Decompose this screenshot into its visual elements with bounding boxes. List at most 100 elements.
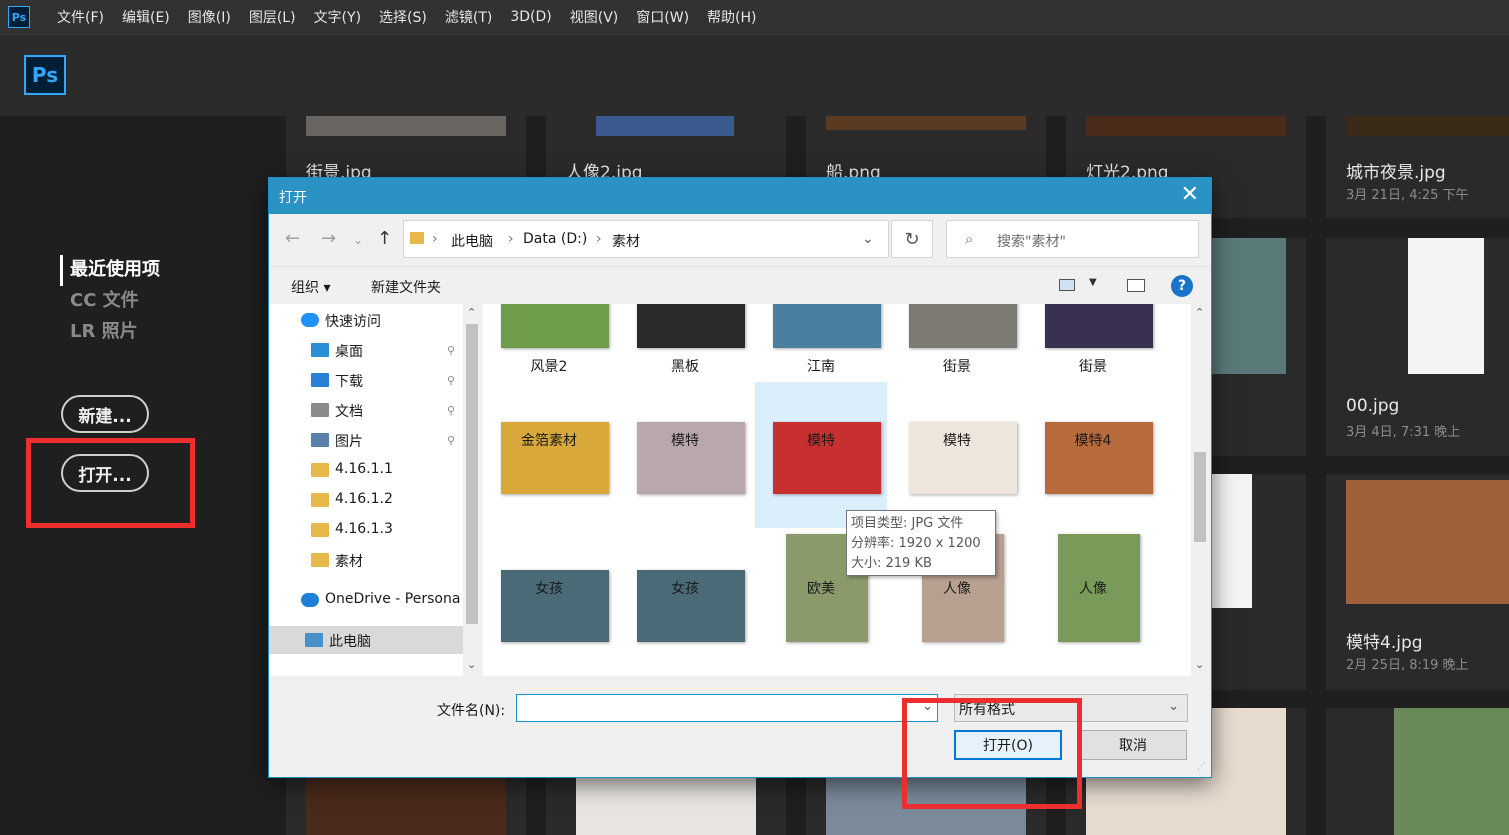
menu-select[interactable]: 选择(S)	[370, 7, 436, 27]
file-label: 人像	[1079, 581, 1107, 597]
resize-grip-icon[interactable]: ⋰	[1197, 762, 1206, 772]
file-item[interactable]: 模特	[755, 382, 887, 528]
file-item[interactable]: 黑板	[619, 304, 751, 380]
close-icon[interactable]: ✕	[1181, 182, 1199, 207]
breadcrumb-separator-icon: ›	[596, 231, 602, 247]
new-file-button[interactable]: 新建...	[61, 395, 149, 433]
menu-filter[interactable]: 滤镜(T)	[436, 7, 501, 27]
recent-locations-chevron-icon[interactable]: ⌄	[353, 233, 363, 247]
home-header: Ps	[0, 34, 1509, 116]
view-mode-icon[interactable]	[1059, 279, 1075, 291]
up-arrow-icon[interactable]: ↑	[377, 228, 392, 249]
download-icon	[311, 373, 329, 387]
photoshop-icon: Ps	[8, 6, 30, 28]
breadcrumb-material[interactable]: 素材	[612, 231, 640, 251]
menu-layer[interactable]: 图层(L)	[240, 7, 305, 27]
menu-edit[interactable]: 编辑(E)	[113, 7, 179, 27]
grid-scrollbar[interactable]: ⌃ ⌄	[1191, 304, 1209, 676]
menu-view[interactable]: 视图(V)	[561, 7, 628, 27]
recent-file-tile[interactable]	[546, 778, 786, 835]
breadcrumb-separator-icon: ›	[432, 231, 438, 247]
menu-3d[interactable]: 3D(D)	[501, 9, 560, 25]
file-info-tooltip: 项目类型: JPG 文件 分辨率: 1920 x 1200 大小: 219 KB	[846, 510, 996, 576]
file-item[interactable]: 模特4	[1027, 382, 1159, 528]
file-item[interactable]: 模特	[891, 382, 1023, 528]
address-row: ← → ⌄ ↑ › 此电脑 › Data (D:) › 素材 ⌄ ↻ ⌕ 搜索"…	[269, 220, 1211, 258]
forward-arrow-icon[interactable]: →	[321, 228, 336, 249]
refresh-icon[interactable]: ↻	[891, 220, 933, 258]
recent-file-tile[interactable]	[1196, 238, 1306, 456]
nav-lr-photos[interactable]: LR 照片	[60, 317, 160, 348]
nav-item[interactable]: 桌面 ⚲	[269, 336, 463, 364]
recent-file-tile[interactable]	[1196, 474, 1306, 690]
scroll-up-icon[interactable]: ⌃	[1195, 306, 1204, 319]
scrollbar-thumb[interactable]	[1194, 452, 1206, 542]
new-folder-button[interactable]: 新建文件夹	[371, 277, 441, 297]
address-dropdown-chevron-icon[interactable]: ⌄	[862, 231, 874, 247]
view-dropdown-chevron-icon[interactable]: ▼	[1089, 277, 1097, 288]
file-item[interactable]: 金箔素材	[483, 382, 615, 528]
nav-item[interactable]: 下载 ⚲	[269, 366, 463, 394]
scroll-up-icon[interactable]: ⌃	[467, 306, 476, 319]
nav-recent[interactable]: 最近使用项	[60, 255, 160, 286]
recent-file-date: 2月 25日, 8:19 晚上	[1346, 658, 1469, 673]
search-placeholder: 搜索"素材"	[997, 234, 1066, 250]
preview-pane-icon[interactable]	[1127, 279, 1145, 292]
nav-item-label: 此电脑	[329, 634, 371, 650]
search-input[interactable]: ⌕ 搜索"素材"	[946, 220, 1199, 258]
nav-cc-files[interactable]: CC 文件	[60, 286, 160, 317]
file-item[interactable]: 街景	[1027, 304, 1159, 380]
search-icon: ⌕	[965, 230, 974, 248]
nav-item[interactable]: 文档 ⚲	[269, 396, 463, 424]
recent-file-tile[interactable]: 模特4.jpg 2月 25日, 8:19 晚上	[1326, 474, 1509, 690]
menu-image[interactable]: 图像(I)	[179, 7, 240, 27]
menu-window[interactable]: 窗口(W)	[627, 7, 698, 27]
nav-item[interactable]: 素材	[269, 546, 463, 574]
scroll-down-icon[interactable]: ⌄	[1195, 658, 1204, 671]
recent-file-tile[interactable]: 00.jpg 3月 4日, 7:31 晚上	[1326, 238, 1509, 456]
nav-item[interactable]: 4.16.1.2	[269, 486, 463, 514]
file-item[interactable]: 女孩	[483, 530, 615, 676]
file-item[interactable]: 街景	[891, 304, 1023, 380]
nav-item[interactable]: 快速访问	[269, 306, 463, 334]
help-icon[interactable]: ?	[1171, 275, 1193, 297]
nav-item[interactable]: 4.16.1.3	[269, 516, 463, 544]
nav-item-label: 素材	[335, 554, 363, 570]
scrollbar-thumb[interactable]	[466, 324, 478, 624]
recent-file-tile[interactable]	[286, 778, 526, 835]
folder-icon	[311, 493, 329, 507]
nav-item[interactable]: 4.16.1.1	[269, 456, 463, 484]
nav-item-label: 文档	[335, 404, 363, 420]
menu-file[interactable]: 文件(F)	[48, 7, 113, 27]
scroll-down-icon[interactable]: ⌄	[467, 658, 476, 671]
address-bar[interactable]: › 此电脑 › Data (D:) › 素材 ⌄	[403, 220, 889, 258]
nav-scrollbar[interactable]: ⌃ ⌄	[463, 304, 481, 676]
recent-file-tile[interactable]	[1326, 708, 1509, 835]
breadcrumb-this-pc[interactable]: 此电脑	[451, 231, 493, 251]
file-label: 黑板	[671, 359, 699, 375]
organize-button[interactable]: 组织 ▾	[291, 277, 330, 297]
nav-item[interactable]: 图片 ⚲	[269, 426, 463, 454]
file-thumbnail	[501, 304, 609, 348]
filename-input[interactable]: ⌄	[516, 694, 938, 722]
nav-item-label: OneDrive - Persona	[325, 591, 461, 607]
breadcrumb-data-d[interactable]: Data (D:)	[523, 231, 587, 247]
menu-help[interactable]: 帮助(H)	[698, 7, 765, 27]
cancel-button[interactable]: 取消	[1079, 730, 1187, 760]
menu-type[interactable]: 文字(Y)	[305, 7, 370, 27]
file-item[interactable]: 江南	[755, 304, 887, 380]
file-label: 金箔素材	[521, 433, 577, 449]
file-item[interactable]: 女孩	[619, 530, 751, 676]
file-item[interactable]: 风景2	[483, 304, 615, 380]
dialog-titlebar: 打开 ✕	[269, 178, 1211, 214]
pin-icon: ⚲	[447, 434, 456, 447]
nav-item-label: 4.16.1.2	[335, 491, 393, 507]
nav-item[interactable]: 此电脑	[269, 626, 463, 654]
recent-file-tile[interactable]: 城市夜景.jpg 3月 21日, 4:25 下午	[1326, 116, 1509, 218]
file-item[interactable]: 模特	[619, 382, 751, 528]
file-item[interactable]: 人像	[1027, 530, 1159, 676]
filename-label: 文件名(N):	[437, 703, 506, 719]
back-arrow-icon[interactable]: ←	[285, 228, 300, 249]
nav-item[interactable]: OneDrive - Persona	[269, 586, 463, 614]
file-label: 模特	[671, 433, 699, 449]
